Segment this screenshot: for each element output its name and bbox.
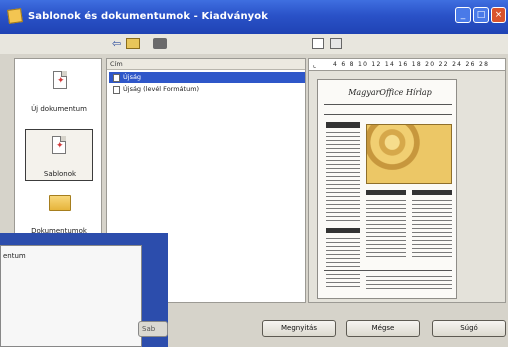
sidebar-item-label: Új dokumentum	[31, 105, 87, 113]
help-button[interactable]: Súgó	[432, 320, 506, 337]
headline-block	[366, 190, 406, 195]
templates-icon: ✦	[52, 136, 66, 154]
text-column	[366, 276, 452, 292]
text-column	[366, 200, 406, 260]
headline-block	[326, 122, 360, 128]
overlapping-window-text: entum	[3, 252, 26, 260]
tab-stop-icon[interactable]: ⌞	[313, 59, 316, 71]
sidebar-item-label: Sablonok	[43, 170, 77, 178]
list-item[interactable]: Újság	[109, 72, 305, 83]
masthead: MagyarOffice Hírlap	[348, 88, 432, 97]
app-icon	[7, 8, 23, 24]
maximize-button[interactable]: □	[473, 7, 489, 23]
cancel-button[interactable]: Mégse	[346, 320, 420, 337]
ruler-ticks: 4 6 8 10 12 14 16 18 20 22 24 26 28	[333, 61, 490, 68]
list-column-header[interactable]: Cím	[107, 59, 305, 70]
minimize-button[interactable]: _	[455, 7, 471, 23]
overlapping-window-button[interactable]: Sab	[138, 321, 168, 337]
view-details-icon[interactable]	[330, 38, 342, 49]
list-item[interactable]: Újság (levél Formátum)	[109, 84, 305, 95]
sidebar-item-documents[interactable]: Dokumentumok	[15, 187, 103, 239]
overlapping-window: entum Sab	[0, 233, 168, 347]
preview-pane: ⌞ 4 6 8 10 12 14 16 18 20 22 24 26 28 Ma…	[308, 58, 506, 303]
text-column	[412, 200, 452, 260]
ruler: ⌞ 4 6 8 10 12 14 16 18 20 22 24 26 28	[309, 59, 505, 71]
print-icon[interactable]	[153, 38, 167, 49]
text-column	[326, 238, 360, 288]
toolbar: ⇦	[0, 34, 508, 54]
sidebar: ✦ Új dokumentum ✦ Sablonok Dokumentumok	[14, 58, 102, 248]
open-button[interactable]: Megnyitás	[262, 320, 336, 337]
new-document-icon: ✦	[53, 71, 67, 89]
folder-up-icon[interactable]	[126, 38, 140, 49]
sidebar-item-templates[interactable]: ✦ Sablonok	[25, 129, 93, 181]
divider	[324, 104, 452, 105]
view-list-icon[interactable]	[312, 38, 324, 49]
close-button[interactable]: ×	[491, 7, 506, 23]
list-item-label: Újság	[123, 73, 142, 81]
headline-block	[412, 190, 452, 195]
overlapping-window-body: entum	[0, 245, 142, 347]
window-title: Sablonok és dokumentumok - Kiadványok	[28, 11, 269, 22]
newspaper-preview: MagyarOffice Hírlap	[317, 79, 457, 299]
divider	[324, 270, 452, 271]
list-item-label: Újság (levél Formátum)	[123, 85, 200, 93]
headline-block	[326, 228, 360, 233]
documents-folder-icon	[49, 195, 71, 211]
template-file-icon	[113, 86, 120, 94]
dialog-window: Sablonok és dokumentumok - Kiadványok _ …	[0, 0, 508, 347]
divider	[324, 114, 452, 115]
template-file-icon	[113, 74, 120, 82]
text-column	[326, 132, 360, 222]
back-icon[interactable]: ⇦	[112, 37, 121, 50]
title-bar: Sablonok és dokumentumok - Kiadványok _ …	[0, 0, 508, 34]
sidebar-item-new-document[interactable]: ✦ Új dokumentum	[15, 65, 103, 117]
preview-photo	[366, 124, 452, 184]
